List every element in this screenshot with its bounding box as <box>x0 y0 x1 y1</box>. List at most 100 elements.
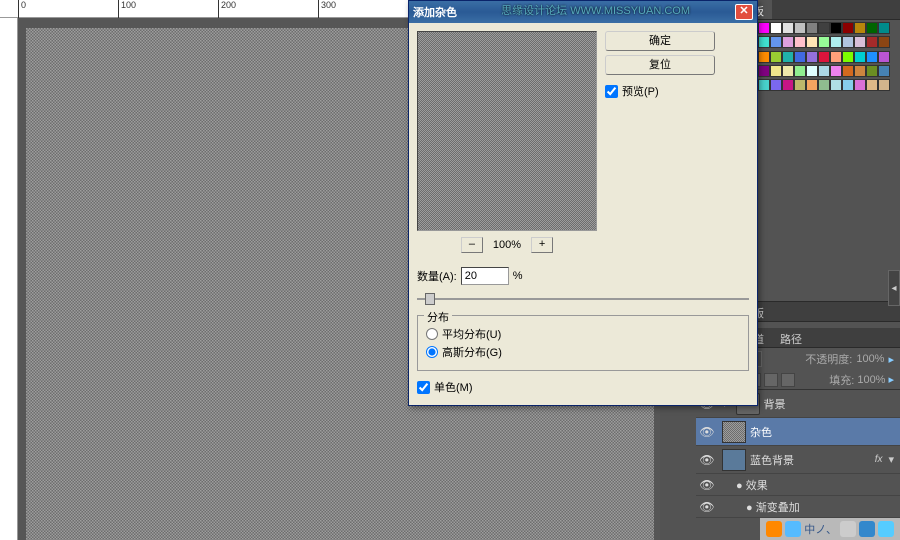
swatch[interactable] <box>854 36 866 48</box>
zoom-out-button[interactable]: – <box>461 237 483 253</box>
swatch[interactable] <box>830 79 842 91</box>
lock-all-icon[interactable] <box>781 373 795 387</box>
swatch[interactable] <box>842 22 854 34</box>
swatch[interactable] <box>782 51 794 63</box>
swatch[interactable] <box>878 36 890 48</box>
preview-checkbox-row[interactable]: 预览(P) <box>605 83 715 99</box>
swatch[interactable] <box>842 51 854 63</box>
swatch[interactable] <box>854 79 866 91</box>
swatch[interactable] <box>854 51 866 63</box>
panel-collapse-toggle[interactable]: ◂ <box>888 270 900 306</box>
swatch[interactable] <box>818 79 830 91</box>
tray-icon[interactable] <box>785 521 801 537</box>
tray-icon[interactable] <box>766 521 782 537</box>
close-button[interactable]: ✕ <box>735 4 753 20</box>
swatch[interactable] <box>818 65 830 77</box>
swatch[interactable] <box>758 36 770 48</box>
swatch[interactable] <box>866 22 878 34</box>
layer-name[interactable]: 背景 <box>764 396 786 412</box>
swatch[interactable] <box>782 36 794 48</box>
swatch[interactable] <box>818 51 830 63</box>
mono-checkbox[interactable] <box>417 381 430 394</box>
fx-badge[interactable]: fx <box>875 454 883 465</box>
swatch[interactable] <box>854 65 866 77</box>
uniform-radio-row[interactable]: 平均分布(U) <box>426 326 740 342</box>
swatch[interactable] <box>770 36 782 48</box>
tray-icon[interactable] <box>840 521 856 537</box>
chevron-right-icon[interactable]: ▸ <box>888 353 894 366</box>
swatch[interactable] <box>842 65 854 77</box>
swatch[interactable] <box>806 36 818 48</box>
layer-name[interactable]: 杂色 <box>750 424 772 440</box>
swatch[interactable] <box>770 79 782 91</box>
zoom-in-button[interactable]: + <box>531 237 553 253</box>
layer-noise-row[interactable]: 👁 杂色 <box>696 418 900 446</box>
swatch[interactable] <box>806 51 818 63</box>
amount-input[interactable] <box>461 267 509 285</box>
swatch[interactable] <box>770 22 782 34</box>
swatch[interactable] <box>854 22 866 34</box>
opacity-value[interactable]: 100% <box>856 353 884 365</box>
swatch[interactable] <box>830 51 842 63</box>
amount-unit: % <box>513 270 523 282</box>
tray-icon[interactable] <box>859 521 875 537</box>
swatch[interactable] <box>770 51 782 63</box>
swatch[interactable] <box>866 51 878 63</box>
preview-checkbox[interactable] <box>605 85 618 98</box>
swatch[interactable] <box>758 79 770 91</box>
swatch[interactable] <box>758 22 770 34</box>
visibility-icon[interactable]: 👁 <box>696 453 718 467</box>
swatch[interactable] <box>794 65 806 77</box>
gaussian-radio[interactable] <box>426 346 438 358</box>
swatch[interactable] <box>842 36 854 48</box>
swatch[interactable] <box>794 51 806 63</box>
swatch[interactable] <box>878 79 890 91</box>
swatch[interactable] <box>878 22 890 34</box>
preview-box[interactable] <box>417 31 597 231</box>
swatch[interactable] <box>818 36 830 48</box>
swatch[interactable] <box>782 22 794 34</box>
mono-checkbox-row[interactable]: 单色(M) <box>417 379 749 395</box>
slider-thumb[interactable] <box>425 293 435 305</box>
swatch[interactable] <box>758 65 770 77</box>
swatch[interactable] <box>866 65 878 77</box>
swatch[interactable] <box>878 65 890 77</box>
chevron-right-icon[interactable]: ▸ <box>888 373 894 386</box>
layer-name[interactable]: 蓝色背景 <box>750 452 794 468</box>
swatch[interactable] <box>866 79 878 91</box>
swatch[interactable] <box>794 79 806 91</box>
visibility-icon[interactable]: 👁 <box>696 500 718 514</box>
swatch[interactable] <box>830 65 842 77</box>
lock-position-icon[interactable] <box>764 373 778 387</box>
uniform-radio[interactable] <box>426 328 438 340</box>
amount-slider[interactable] <box>417 291 749 307</box>
swatch[interactable] <box>782 65 794 77</box>
reset-button[interactable]: 复位 <box>605 55 715 75</box>
swatch[interactable] <box>830 22 842 34</box>
visibility-icon[interactable]: 👁 <box>696 425 718 439</box>
swatch[interactable] <box>878 51 890 63</box>
swatch[interactable] <box>806 65 818 77</box>
ok-button[interactable]: 确定 <box>605 31 715 51</box>
visibility-icon[interactable]: 👁 <box>696 478 718 492</box>
fill-value[interactable]: 100% <box>857 374 885 386</box>
swatch[interactable] <box>842 79 854 91</box>
swatch[interactable] <box>782 79 794 91</box>
swatch[interactable] <box>758 51 770 63</box>
swatch[interactable] <box>794 36 806 48</box>
swatch[interactable] <box>806 79 818 91</box>
swatch[interactable] <box>770 65 782 77</box>
watermark: 思缘设计论坛 WWW.MISSYUAN.COM <box>501 2 690 18</box>
chevron-down-icon[interactable]: ▾ <box>888 453 894 466</box>
layer-gradient-row[interactable]: 👁 ● 渐变叠加 <box>696 496 900 518</box>
swatch[interactable] <box>830 36 842 48</box>
swatch[interactable] <box>866 36 878 48</box>
swatch[interactable] <box>818 22 830 34</box>
swatch[interactable] <box>806 22 818 34</box>
gaussian-radio-row[interactable]: 高斯分布(G) <box>426 344 740 360</box>
layer-effects-row[interactable]: 👁 ● 效果 <box>696 474 900 496</box>
layer-bluebg-row[interactable]: 👁 蓝色背景 fx ▾ <box>696 446 900 474</box>
swatch[interactable] <box>794 22 806 34</box>
tab-paths[interactable]: 路径 <box>772 328 810 347</box>
tray-icon[interactable] <box>878 521 894 537</box>
